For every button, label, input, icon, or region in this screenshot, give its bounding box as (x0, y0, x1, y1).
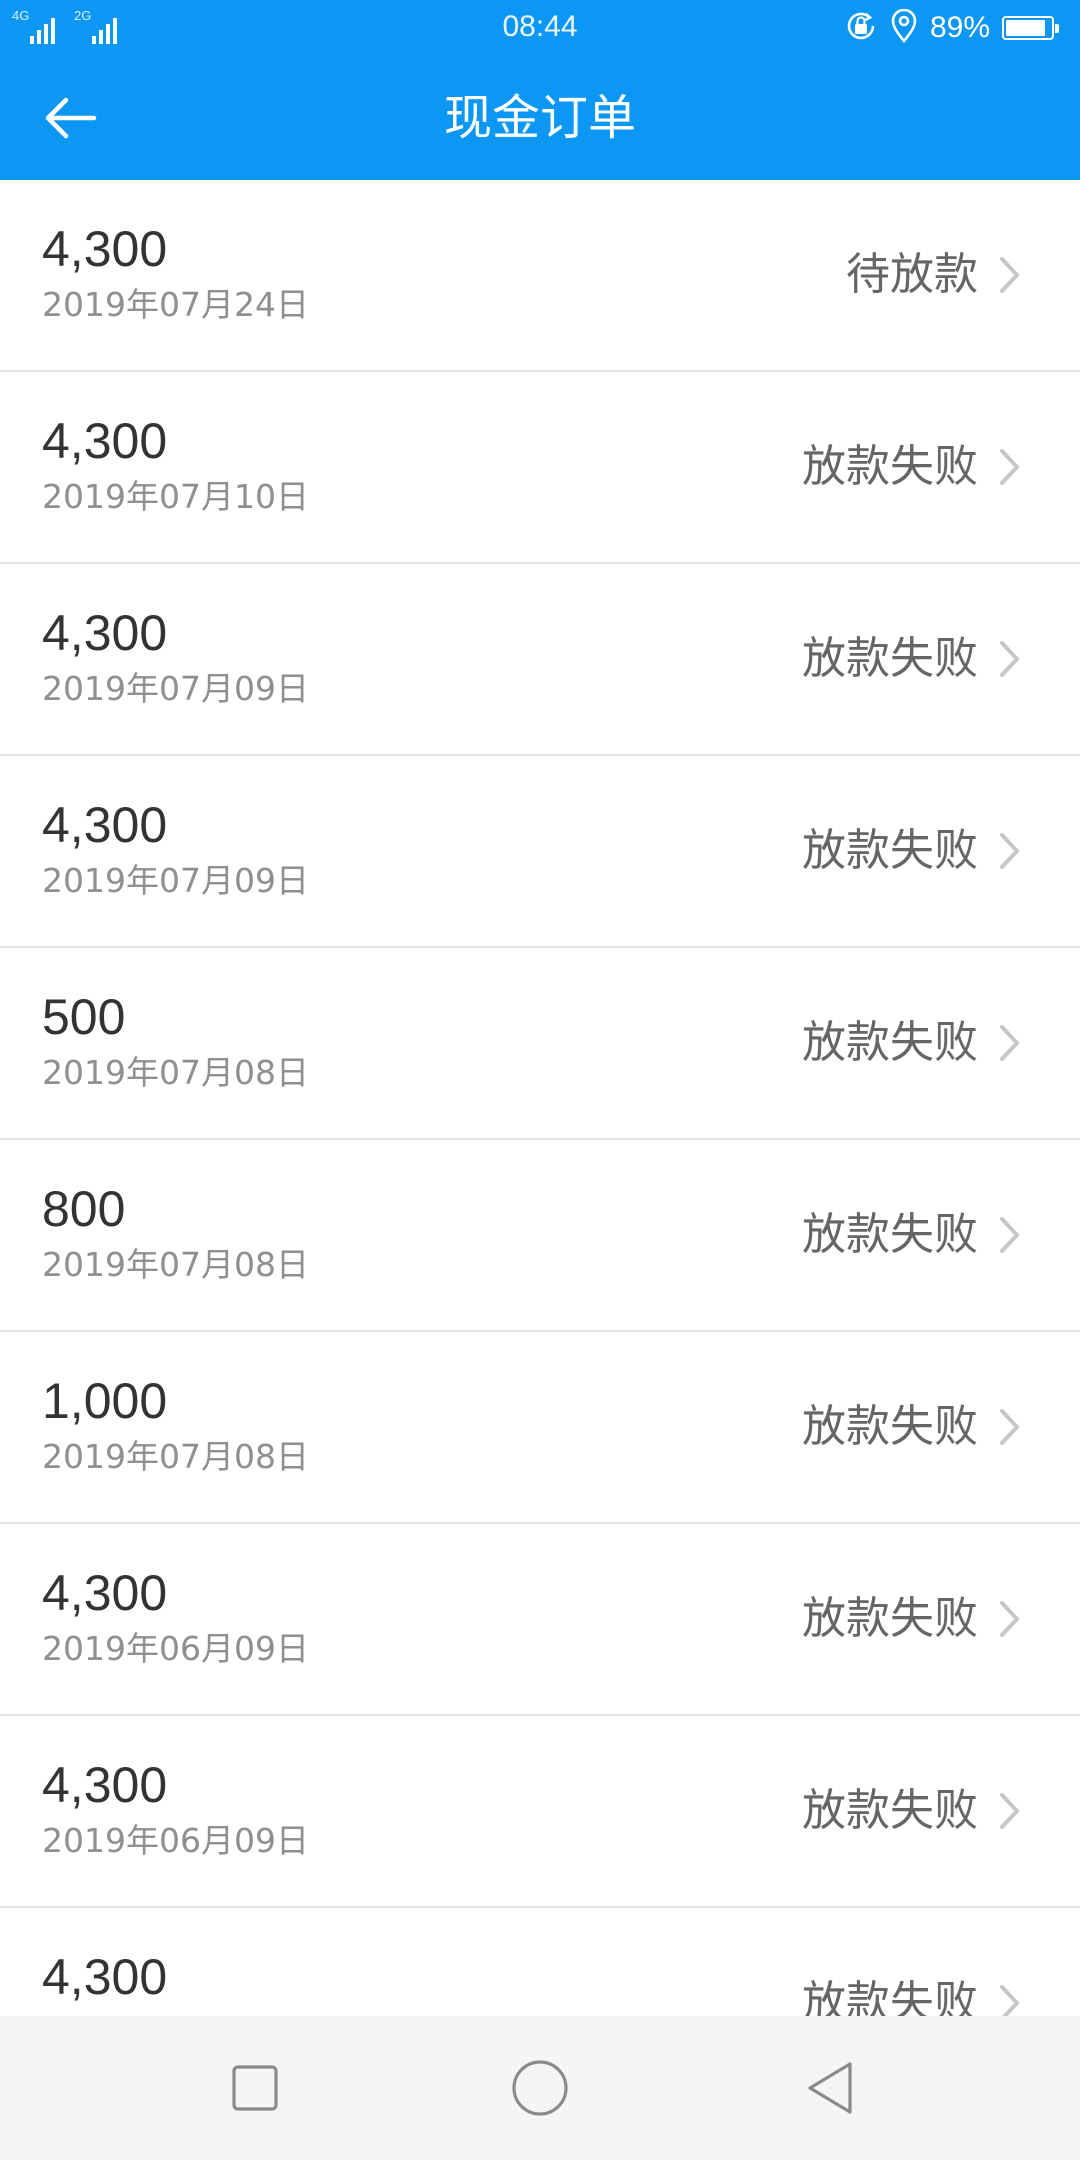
back-triangle-icon (808, 2062, 852, 2114)
order-date: 2019年07月09日 (42, 669, 309, 708)
chevron-right-icon (1000, 1025, 1019, 1061)
order-list: 4,300 2019年07月24日 待放款 4,300 2019年07月10日 放款失败 4… (0, 180, 1080, 2016)
location-icon (890, 8, 918, 47)
order-row[interactable]: 500 2019年07月08日 放款失败 (0, 948, 1080, 1140)
order-status: 放款失败 (802, 1593, 978, 1644)
chevron-right-icon (1000, 1793, 1019, 1829)
system-back-button[interactable] (800, 2058, 860, 2118)
order-status: 放款失败 (802, 1977, 978, 2016)
chevron-right-icon (1000, 641, 1019, 677)
order-row[interactable]: 4,300 2019年06月09日 放款失败 (0, 1524, 1080, 1716)
recents-square-icon (232, 2065, 278, 2111)
order-amount: 500 (42, 989, 126, 1045)
order-status: 放款失败 (802, 441, 978, 492)
nav-bar: 现金订单 (0, 56, 1080, 180)
order-status: 放款失败 (802, 1209, 978, 1260)
order-status: 放款失败 (802, 1017, 978, 1068)
order-row[interactable]: 800 2019年07月08日 放款失败 (0, 1140, 1080, 1332)
order-amount: 800 (42, 1181, 126, 1237)
chevron-right-icon (1000, 1601, 1019, 1637)
order-amount: 4,300 (42, 1565, 168, 1621)
system-nav-bar (0, 2016, 1080, 2160)
order-amount: 4,300 (42, 605, 168, 661)
home-circle-icon (512, 2060, 568, 2116)
order-status: 待放款 (846, 249, 978, 300)
home-button[interactable] (510, 2058, 570, 2118)
order-row[interactable]: 4,300 2019年06月09日 放款失败 (0, 1716, 1080, 1908)
order-row[interactable]: 4,300 2019年07月09日 放款失败 (0, 756, 1080, 948)
chevron-right-icon (1000, 833, 1019, 869)
order-row[interactable]: 4,300 放款失败 (0, 1908, 1080, 2016)
order-amount: 1,000 (42, 1373, 168, 1429)
chevron-right-icon (1000, 257, 1019, 293)
order-date: 2019年07月24日 (42, 285, 309, 324)
order-status: 放款失败 (802, 633, 978, 684)
order-amount: 4,300 (42, 221, 168, 277)
order-amount: 4,300 (42, 1949, 168, 2005)
chevron-right-icon (1000, 1217, 1019, 1253)
chevron-right-icon (1000, 1409, 1019, 1445)
status-bar: 4G 2G 08:44 89% (0, 0, 1080, 56)
page-title: 现金订单 (443, 90, 636, 146)
app-header: 4G 2G 08:44 89% 现金订单 (0, 0, 1080, 180)
order-status: 放款失败 (802, 1401, 978, 1452)
order-amount: 4,300 (42, 413, 168, 469)
order-date: 2019年07月08日 (42, 1053, 309, 1092)
order-row[interactable]: 4,300 2019年07月09日 放款失败 (0, 564, 1080, 756)
status-icons: 89% (844, 8, 1060, 47)
order-date: 2019年07月08日 (42, 1245, 309, 1284)
chevron-right-icon (1000, 1985, 1019, 2016)
battery-icon (1002, 16, 1059, 40)
order-date: 2019年06月09日 (42, 1821, 309, 1860)
order-status: 放款失败 (802, 825, 978, 876)
order-status: 放款失败 (802, 1785, 978, 1836)
order-row[interactable]: 4,300 2019年07月24日 待放款 (0, 180, 1080, 372)
lock-rotation-icon (844, 9, 878, 47)
order-date: 2019年06月09日 (42, 1629, 309, 1668)
recents-button[interactable] (225, 2058, 285, 2118)
order-date: 2019年07月09日 (42, 861, 309, 900)
order-row[interactable]: 4,300 2019年07月10日 放款失败 (0, 372, 1080, 564)
order-date: 2019年07月08日 (42, 1437, 309, 1476)
battery-fill (1006, 20, 1045, 36)
order-amount: 4,300 (42, 1757, 168, 1813)
order-row[interactable]: 1,000 2019年07月08日 放款失败 (0, 1332, 1080, 1524)
battery-percent: 89% (929, 11, 990, 44)
order-date: 2019年07月10日 (42, 477, 309, 516)
order-amount: 4,300 (42, 797, 168, 853)
chevron-right-icon (1000, 449, 1019, 485)
